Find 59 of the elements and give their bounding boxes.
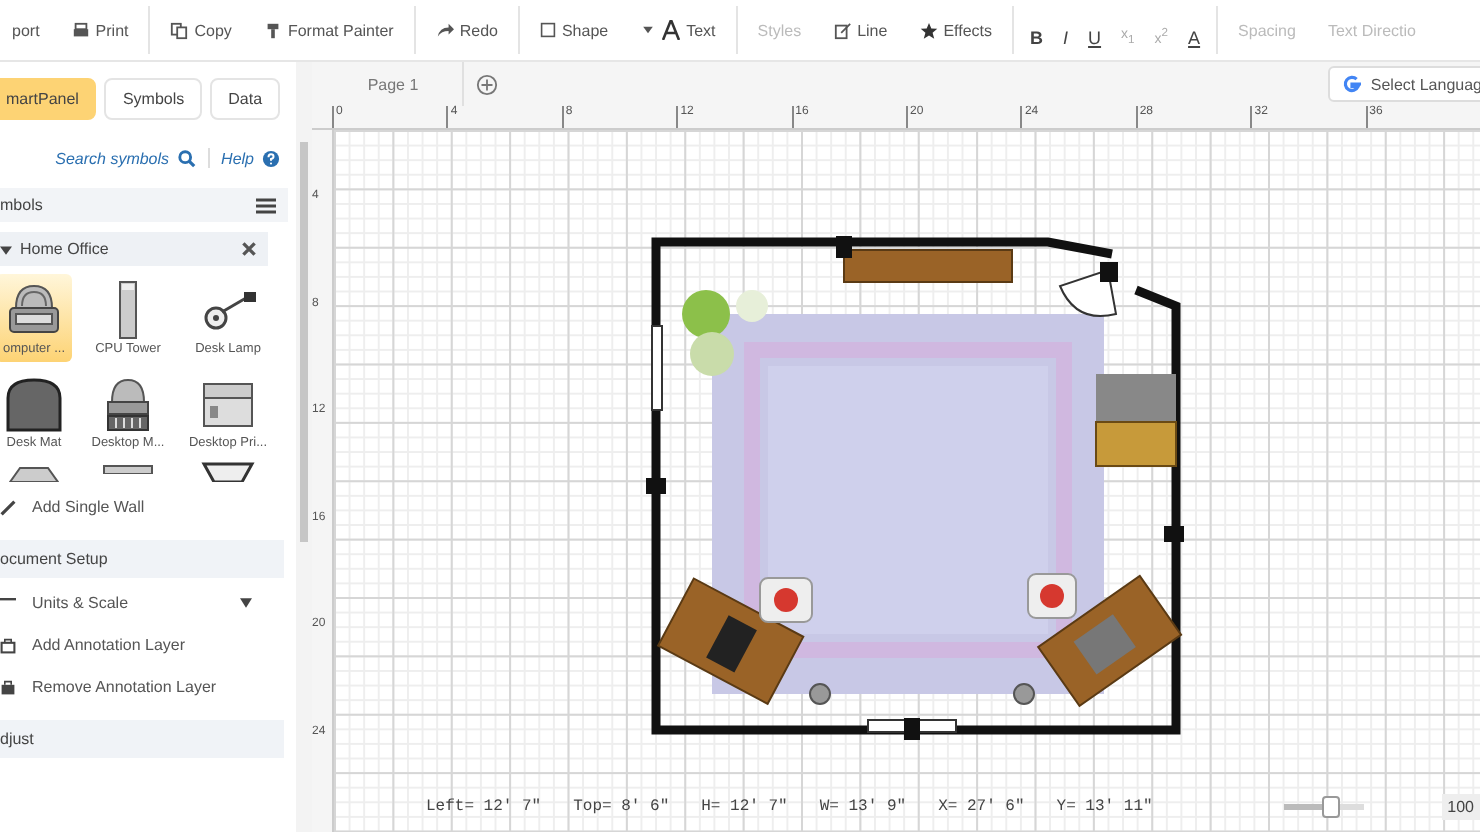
format-button[interactable]: I bbox=[1055, 28, 1077, 48]
star-icon bbox=[919, 21, 938, 39]
add-page-icon[interactable] bbox=[476, 73, 498, 95]
toolbar-button[interactable]: Effects bbox=[907, 21, 1005, 39]
menu-icon[interactable] bbox=[256, 197, 276, 213]
zoom-value: 100 bbox=[1441, 794, 1480, 820]
zoom-slider[interactable] bbox=[1284, 796, 1365, 818]
panel-action[interactable]: Remove Annotation Layer bbox=[0, 666, 296, 708]
help-link[interactable]: Help bbox=[221, 149, 254, 167]
brush-icon bbox=[263, 21, 282, 39]
dimension-reading: H= 12' 7" bbox=[701, 798, 788, 816]
help-icon[interactable] bbox=[262, 149, 280, 167]
toolbar-button[interactable]: Copy bbox=[158, 21, 244, 39]
layer-icon bbox=[0, 679, 16, 695]
toolbar-button[interactable]: Redo bbox=[423, 21, 510, 39]
dimension-reading: Left= 12' 7" bbox=[426, 798, 542, 816]
text-icon bbox=[662, 20, 681, 40]
dimension-reading: X= 27' 6" bbox=[938, 798, 1025, 816]
toolbar-button[interactable]: port bbox=[0, 21, 52, 39]
toolbar-button[interactable]: Line bbox=[821, 21, 900, 39]
trapezoid-icon bbox=[198, 462, 258, 482]
panel-action[interactable]: Add Annotation Layer bbox=[0, 624, 296, 666]
panel-action[interactable]: Units & Scale bbox=[0, 582, 296, 624]
square-icon bbox=[539, 22, 556, 38]
redo-icon bbox=[435, 21, 454, 39]
floor-plan-drawing[interactable] bbox=[646, 236, 1184, 740]
category-header[interactable]: Home Office bbox=[0, 232, 268, 266]
section-header[interactable]: ocument Setup bbox=[0, 540, 284, 578]
pencil-icon bbox=[833, 21, 852, 39]
panel-tab[interactable]: Symbols bbox=[104, 78, 203, 120]
category-title: Home Office bbox=[20, 240, 111, 258]
caret-icon bbox=[0, 243, 12, 255]
toolbar-button[interactable]: Shape bbox=[527, 21, 621, 39]
copy-icon bbox=[170, 21, 189, 39]
toolbar-button[interactable]: Format Painter bbox=[251, 21, 406, 39]
pencil-icon bbox=[0, 499, 16, 515]
search-symbols-link[interactable]: Search symbols bbox=[55, 149, 170, 167]
format-button[interactable]: B bbox=[1022, 28, 1052, 48]
library-title: mbols bbox=[0, 196, 43, 214]
g-logo-icon bbox=[1342, 74, 1363, 94]
desk-mat-icon bbox=[4, 374, 64, 434]
format-button[interactable]: U bbox=[1080, 28, 1110, 48]
panel-tab[interactable]: martPanel bbox=[0, 78, 97, 120]
toolbar-button[interactable]: Text bbox=[628, 20, 728, 40]
caret-icon bbox=[240, 598, 252, 608]
dimension-reading: Y= 13' 11" bbox=[1056, 798, 1153, 816]
panel-action[interactable]: Add Single Wall bbox=[0, 486, 296, 528]
format-button[interactable]: A bbox=[1180, 28, 1209, 48]
dimension-reading: Top= 8' 6" bbox=[573, 798, 670, 816]
dimension-reading: W= 13' 9" bbox=[819, 798, 907, 816]
close-icon[interactable] bbox=[242, 242, 256, 256]
layer-icon bbox=[0, 637, 16, 653]
printer-icon bbox=[71, 21, 90, 39]
caret-icon bbox=[640, 22, 657, 38]
scrollbar[interactable] bbox=[296, 62, 312, 832]
toolbar-button[interactable]: Print bbox=[59, 21, 141, 39]
search-icon[interactable] bbox=[177, 149, 196, 167]
section-header[interactable]: djust bbox=[0, 720, 284, 758]
panel-tab[interactable]: Data bbox=[210, 78, 281, 120]
